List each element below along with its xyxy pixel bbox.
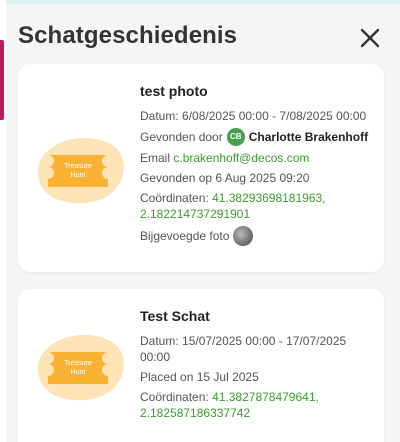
longitude: 2.182587186337742 (140, 406, 251, 420)
treasure-history-dialog: Schatgeschiedenis Treasure Hunt test pho… (6, 4, 400, 442)
close-icon (360, 28, 380, 48)
treasure-info: Test Schat Datum: 15/07/2025 00:00 - 17/… (140, 307, 370, 425)
date-row: Datum: 6/08/2025 00:00 - 7/08/2025 00:00 (140, 108, 370, 124)
found-on: Gevonden op 6 Aug 2025 09:20 (140, 171, 310, 185)
date-value: 6/08/2025 00:00 - 7/08/2025 00:00 (182, 109, 367, 123)
treasure-name: Test Schat (140, 308, 210, 324)
latitude: 41.38293698181963, (212, 191, 326, 205)
email-link[interactable]: c.brakenhoff@decos.com (173, 151, 309, 165)
email-label: Email (140, 151, 171, 165)
dialog-title: Schatgeschiedenis (18, 22, 238, 49)
treasure-thumbnail: Treasure Hunt (36, 332, 128, 402)
found-by-row: Gevonden door CB Charlotte Brakenhoff (140, 128, 370, 146)
dialog-header: Schatgeschiedenis (18, 22, 388, 56)
thumb-text-line2: Hunt (71, 172, 86, 179)
coordinates-label: Coördinaten: (140, 191, 209, 205)
thumb-text-line1: Treasure (64, 163, 92, 170)
treasure-card[interactable]: Treasure Hunt test photo Datum: 6/08/202… (18, 64, 384, 272)
placed-on: Placed on 15 Jul 2025 (140, 370, 259, 384)
treasure-thumbnail: Treasure Hunt (36, 135, 128, 205)
latitude: 41.3827878479641, (212, 390, 319, 404)
treasure-name: test photo (140, 83, 208, 99)
found-by-label: Gevonden door (140, 130, 223, 144)
coordinates-label: Coördinaten: (140, 390, 209, 404)
treasure-ticket-icon: Treasure Hunt (37, 335, 124, 401)
background-accent (0, 40, 4, 120)
thumb-text-line1: Treasure (64, 360, 92, 367)
attached-photo-label: Bijgevoegde foto (140, 229, 230, 243)
close-button[interactable] (356, 24, 384, 52)
date-row: Datum: 15/07/2025 00:00 - 17/07/2025 00:… (140, 333, 370, 365)
coordinates-row: Coördinaten: 41.38293698181963, 2.182214… (140, 190, 370, 222)
attached-photo-row: Bijgevoegde foto (140, 226, 370, 246)
treasure-ticket-icon: Treasure Hunt (37, 138, 124, 204)
avatar: CB (226, 128, 245, 146)
date-label: Datum: (140, 334, 179, 348)
attached-photo-thumbnail[interactable] (233, 226, 254, 246)
email-row: Email c.brakenhoff@decos.com (140, 150, 370, 166)
coordinates-row: Coördinaten: 41.3827878479641, 2.1825871… (140, 389, 370, 421)
thumb-text-line2: Hunt (71, 369, 86, 376)
finder-name: Charlotte Brakenhoff (248, 130, 369, 144)
date-label: Datum: (140, 109, 179, 123)
treasure-info: test photo Datum: 6/08/2025 00:00 - 7/08… (140, 82, 370, 250)
longitude: 2.182214737291901 (140, 207, 251, 221)
treasure-card[interactable]: Treasure Hunt Test Schat Datum: 15/07/20… (18, 289, 384, 442)
